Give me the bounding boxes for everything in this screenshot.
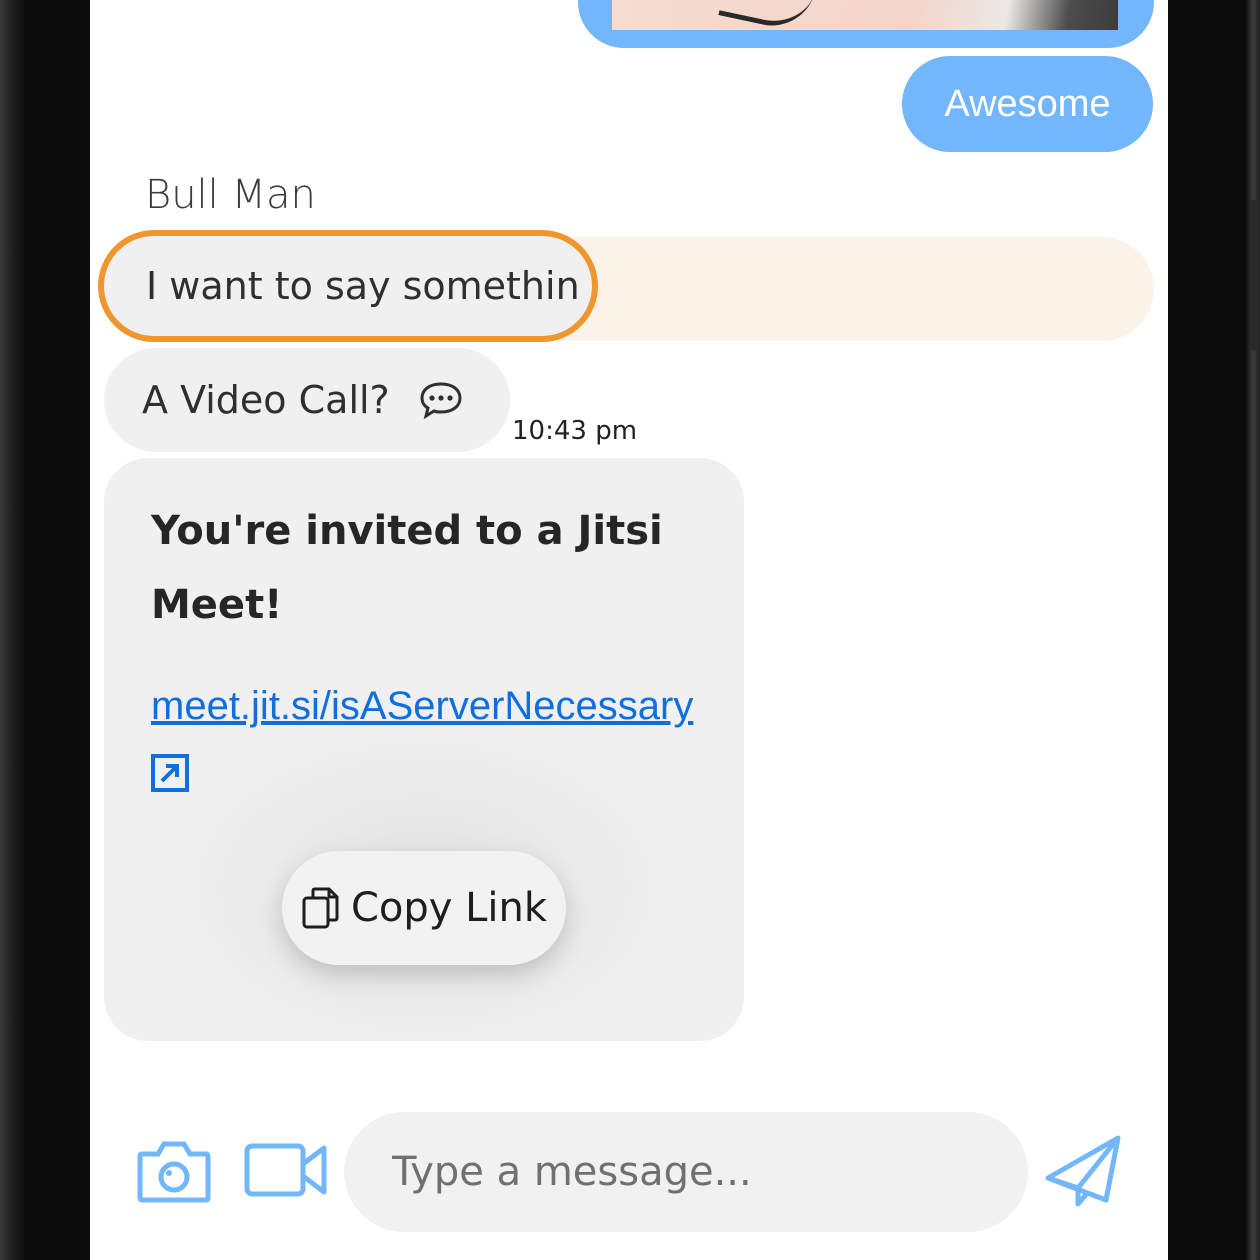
invite-title: You're invited to a Jitsi Meet! xyxy=(151,508,663,628)
message-input[interactable] xyxy=(344,1112,1028,1232)
copy-link-button[interactable]: Copy Link xyxy=(282,851,566,965)
device-frame-left xyxy=(0,0,24,1260)
chat-bubble-icon[interactable] xyxy=(418,380,464,420)
jitsi-invite-card: You're invited to a Jitsi Meet! meet.jit… xyxy=(104,458,744,1041)
device-frame-right xyxy=(1246,0,1260,1260)
incoming-message-selected[interactable]: I want to say somethin xyxy=(98,230,598,342)
copy-link-label: Copy Link xyxy=(350,885,548,931)
shared-image[interactable] xyxy=(612,0,1118,30)
incoming-message[interactable]: A Video Call? xyxy=(104,348,510,452)
camera-icon[interactable] xyxy=(136,1138,212,1204)
send-icon[interactable] xyxy=(1044,1134,1122,1208)
meeting-link[interactable]: meet.jit.si/isAServerNecessary xyxy=(151,684,693,729)
message-text: I want to say somethin xyxy=(146,264,580,308)
external-link-icon[interactable] xyxy=(151,754,189,792)
device-side-button xyxy=(1250,200,1258,350)
copy-icon xyxy=(302,887,339,929)
outgoing-message[interactable]: Awesome xyxy=(902,56,1153,152)
video-camera-icon[interactable] xyxy=(244,1142,328,1198)
message-timestamp: 10:43 pm xyxy=(512,416,638,446)
outgoing-image-bubble[interactable] xyxy=(578,0,1154,48)
chat-screen: Awesome Bull Man I want to say somethin … xyxy=(90,0,1168,1260)
message-text: A Video Call? xyxy=(142,378,390,422)
sender-name: Bull Man xyxy=(145,172,316,218)
